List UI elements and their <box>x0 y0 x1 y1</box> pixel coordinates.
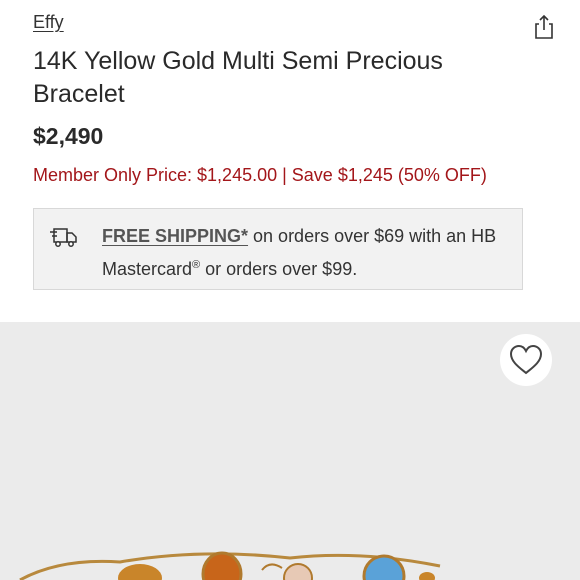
member-price: Member Only Price: $1,245.00 | Save $1,2… <box>33 165 487 185</box>
registered-mark: ® <box>192 259 201 271</box>
brand-link[interactable]: Effy <box>33 12 64 33</box>
product-price: $2,490 <box>33 123 104 149</box>
shipping-text-part2: or orders over $99. <box>200 259 358 279</box>
bracelet-image <box>19 551 441 580</box>
shipping-banner: FREE SHIPPING* on orders over $69 with a… <box>33 208 523 290</box>
heart-icon <box>509 344 543 375</box>
share-icon[interactable] <box>531 13 557 41</box>
delivery-truck-icon <box>49 226 77 248</box>
product-page: Effy 14K Yellow Gold Multi Semi Precious… <box>0 0 580 580</box>
wishlist-button[interactable] <box>500 334 552 386</box>
product-title: 14K Yellow Gold Multi Semi Precious Brac… <box>33 47 443 108</box>
shipping-text: FREE SHIPPING* on orders over $69 with a… <box>102 222 512 284</box>
product-image[interactable] <box>0 322 580 580</box>
free-shipping-link[interactable]: FREE SHIPPING* <box>102 226 248 246</box>
